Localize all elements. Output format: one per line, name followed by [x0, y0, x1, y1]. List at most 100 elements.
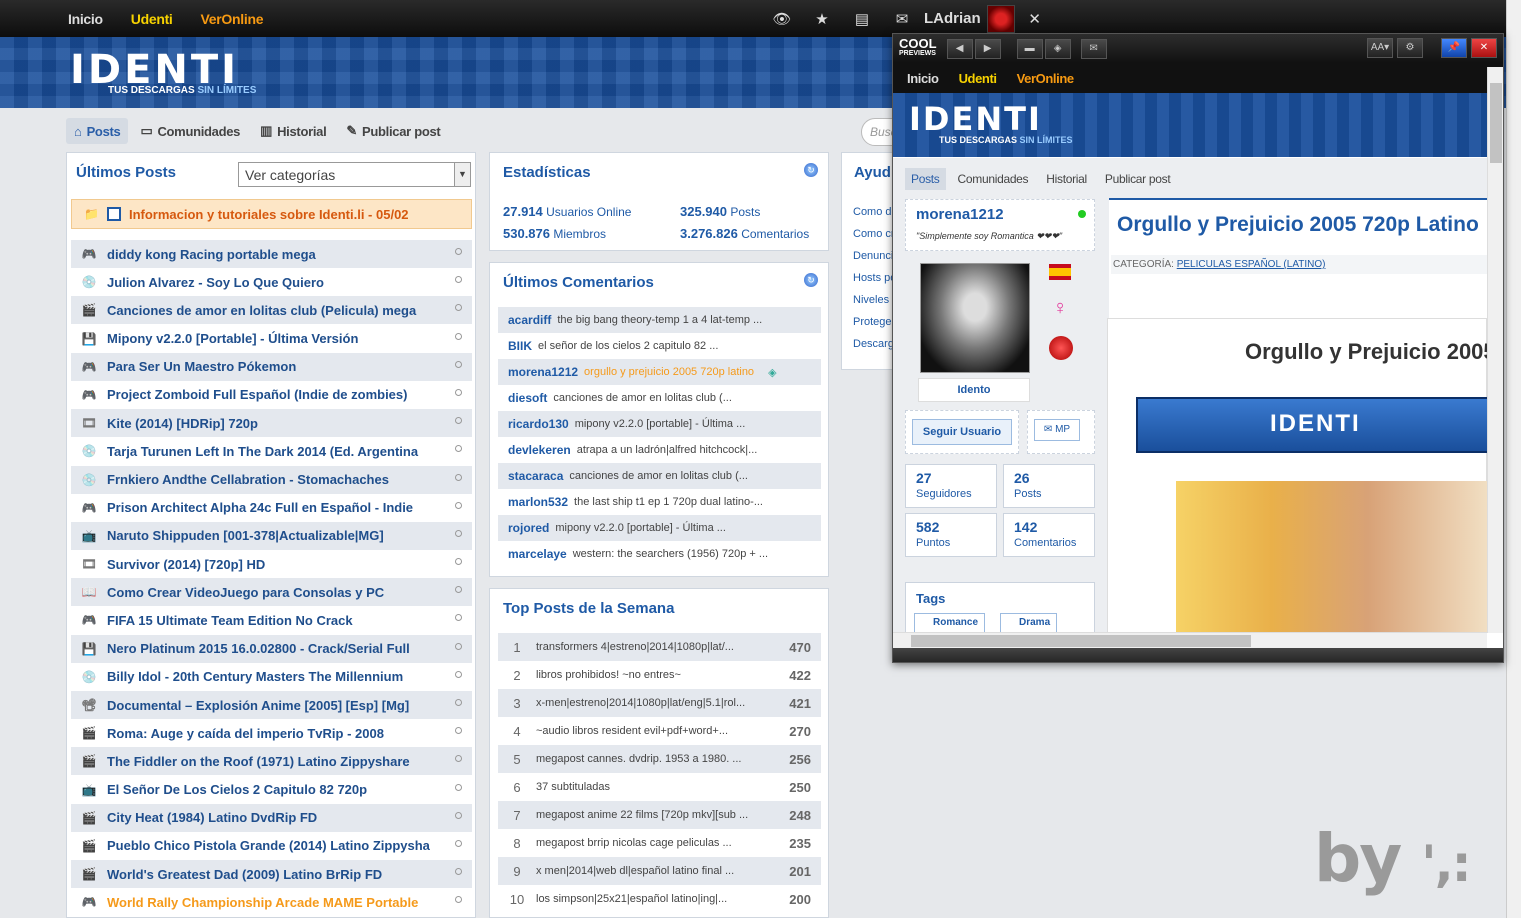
comment-post[interactable]: canciones de amor en lolitas club (... [553, 392, 732, 404]
tab-publicar-post[interactable]: Publicar post [1099, 168, 1176, 190]
list-item[interactable]: 💿 Billy Idol - 20th Century Masters The M… [71, 663, 472, 691]
list-item[interactable]: 🎬 Roma: Auge y caída del imperio TvRip - … [71, 719, 472, 747]
table-row[interactable]: 7 megapost anime 22 films [720p mkv][sub … [498, 801, 821, 829]
list-item[interactable]: 💾 Mipony v2.2.0 [Portable] - Última Versi… [71, 325, 472, 353]
list-item[interactable]: BIIK el señor de los cielos 2 capitulo 82… [498, 333, 821, 359]
list-item[interactable]: 📺 El Señor De Los Cielos 2 Capitulo 82 72… [71, 776, 472, 804]
list-item[interactable]: stacaraca canciones de amor en lolitas cl… [498, 463, 821, 489]
comment-post[interactable]: canciones de amor en lolitas club (... [569, 470, 748, 482]
comment-author[interactable]: marlon532 [508, 495, 568, 509]
list-item[interactable]: ricardo130 mipony v2.2.0 [portable] - Últ… [498, 411, 821, 437]
close-icon[interactable]: ✕ [1471, 38, 1497, 58]
table-row[interactable]: 5 megapost cannes. dvdrip. 1953 a 1980. .… [498, 745, 821, 773]
comment-post[interactable]: orgullo y prejuicio 2005 720p latino [584, 366, 754, 378]
table-row[interactable]: 2 libros prohibidos! ~no entres~ 422 [498, 661, 821, 689]
list-item[interactable]: 💿 Tarja Turunen Left In The Dark 2014 (Ed… [71, 437, 472, 465]
comment-post[interactable]: the big bang theory-temp 1 a 4 lat-temp … [557, 314, 762, 326]
comment-author[interactable]: morena1212 [508, 365, 578, 379]
list-item[interactable]: 🎮 Para Ser Un Maestro Pókemon [71, 352, 472, 381]
list-item[interactable]: 🎮 World Rally Championship Arcade MAME Po… [71, 888, 472, 916]
pin-icon[interactable]: 📌 [1441, 38, 1467, 58]
comment-post[interactable]: mipony v2.2.0 [portable] - Última ... [555, 522, 726, 534]
tab-posts[interactable]: Posts [905, 168, 946, 190]
list-item[interactable]: marlon532 the last ship t1 ep 1 720p dual… [498, 489, 821, 515]
list-item[interactable]: 🎬 Pueblo Chico Pistola Grande (2014) Lati… [71, 832, 472, 860]
page-scrollbar[interactable] [1506, 0, 1521, 918]
comment-author[interactable]: diesoft [508, 391, 547, 405]
comment-post[interactable]: western: the searchers (1956) 720p + ... [573, 548, 768, 560]
list-item[interactable]: 🎬 The Fiddler on the Roof (1971) Latino Z… [71, 747, 472, 776]
list-item[interactable]: 💿 Frnkiero Andthe Cellabration - Stomacha… [71, 465, 472, 494]
list-item[interactable]: 📖 Como Crear VideoJuego para Consolas y P… [71, 578, 472, 607]
list-item[interactable]: marcelaye western: the searchers (1956) 7… [498, 541, 821, 567]
private-message-button[interactable]: ✉ MP [1034, 419, 1080, 441]
tag-drama[interactable]: Drama [1000, 613, 1058, 632]
comment-author[interactable]: acardiff [508, 313, 551, 327]
list-item[interactable]: acardiff the big bang theory-temp 1 a 4 l… [498, 307, 821, 333]
points-stat[interactable]: 582 Puntos [905, 513, 997, 557]
followers-stat[interactable]: 27 Seguidores [905, 464, 997, 508]
list-item[interactable]: 📺 Naruto Shippuden [001-378|Actualizable|… [71, 521, 472, 550]
comment-post[interactable]: the last ship t1 ep 1 720p dual latino-.… [574, 496, 763, 508]
font-size-button[interactable]: AA▾ [1367, 38, 1393, 58]
user-avatar[interactable] [986, 4, 1015, 33]
follow-button[interactable]: Seguir Usuario [912, 419, 1012, 445]
comment-author[interactable]: rojored [508, 521, 549, 535]
scroll-thumb[interactable] [911, 635, 1251, 647]
list-item[interactable]: diesoft canciones de amor en lolitas club… [498, 385, 821, 411]
list-item[interactable]: 📽 Documental – Explosión Anime [2005] [Es… [71, 691, 472, 719]
open-tab-icon[interactable]: ▬ [1016, 38, 1043, 59]
list-item[interactable]: 🎞 Survivor (2014) [720p] HD [71, 550, 472, 578]
table-row[interactable]: 9x men|2014|web dl|español latino final … [498, 857, 821, 885]
comment-author[interactable]: devlekeren [508, 443, 571, 457]
preview-vertical-scrollbar[interactable] [1487, 67, 1503, 633]
close-icon[interactable]: ✕ [1015, 10, 1055, 28]
profile-username[interactable]: morena1212 [916, 206, 1004, 223]
forward-icon[interactable]: ▶ [974, 38, 1001, 59]
tab-comunidades[interactable]: Comunidades [952, 168, 1035, 190]
help-link[interactable]: Como cr [853, 223, 898, 245]
category-select[interactable]: Ver categorías ▼ [238, 162, 471, 187]
back-icon[interactable]: ◀ [946, 38, 973, 59]
nav-veronline[interactable]: VerOnline [187, 11, 278, 27]
gear-icon[interactable]: ⚙ [1397, 38, 1423, 58]
list-item[interactable]: 🎮 FIFA 15 Ultimate Team Edition No Crack [71, 606, 472, 634]
list-item[interactable]: 🎬 City Heat (1984) Latino DvdRip FD [71, 803, 472, 832]
help-link[interactable]: Denunci [853, 245, 898, 267]
site-logo[interactable]: IDENTI [909, 100, 1042, 138]
preview-horizontal-scrollbar[interactable] [893, 632, 1487, 648]
tag-romance[interactable]: Romance [914, 613, 986, 632]
nav-inicio[interactable]: Inicio [54, 11, 117, 27]
list-item[interactable]: 🎬 Canciones de amor en lolitas club (Peli… [71, 296, 472, 325]
list-item[interactable]: 🎮 Prison Architect Alpha 24c Full en Espa… [71, 494, 472, 522]
notice-banner[interactable]: 📁 Informacion y tutoriales sobre Identi.l… [71, 199, 472, 229]
tab-publicar-post[interactable]: ✎ Publicar post [338, 118, 448, 144]
posts-stat[interactable]: 26 Posts [1003, 464, 1095, 508]
comment-post[interactable]: el señor de los cielos 2 capitulo 82 ... [538, 340, 718, 352]
table-row[interactable]: 8 megapost brrip nicolas cage peliculas .… [498, 829, 821, 857]
tab-posts[interactable]: ⌂ Posts [66, 118, 129, 144]
table-row[interactable]: 3 x-men|estreno|2014|1080p|lat/eng|5.1|ro… [498, 689, 821, 717]
document-icon[interactable]: ▤ [842, 10, 882, 28]
comments-stat[interactable]: 142 Comentarios [1003, 513, 1095, 557]
category-link[interactable]: PELICULAS ESPAÑOL (LATINO) [1177, 259, 1326, 270]
list-item[interactable]: 🎮 diddy kong Racing portable mega [71, 240, 472, 268]
nav-udenti[interactable]: Udenti [117, 11, 187, 27]
nav-veronline[interactable]: VerOnline [1007, 71, 1084, 86]
list-item[interactable]: 🎬 World's Greatest Dad (2009) Latino BrRi… [71, 860, 472, 889]
nav-inicio[interactable]: Inicio [897, 71, 949, 86]
comment-author[interactable]: marcelaye [508, 547, 567, 561]
scroll-thumb[interactable] [1490, 83, 1502, 163]
tab-historial[interactable]: ▥ Historial [252, 118, 334, 144]
mail-icon[interactable]: ✉ [882, 10, 922, 28]
tab-historial[interactable]: Historial [1040, 168, 1093, 190]
list-item[interactable]: devlekeren atrapa a un ladrón|alfred hitc… [498, 437, 821, 463]
refresh-icon[interactable]: ↻ [804, 273, 818, 287]
avatar[interactable] [920, 263, 1030, 373]
tab-comunidades[interactable]: ▭ Comunidades [132, 118, 248, 144]
list-item[interactable]: 🎮 Project Zomboid Full Español (Indie de … [71, 381, 472, 409]
comment-post[interactable]: atrapa a un ladrón|alfred hitchcock|... [577, 444, 758, 456]
eye-icon[interactable]: 👁 [762, 10, 802, 28]
list-item[interactable]: rojored mipony v2.2.0 [portable] - Última… [498, 515, 821, 541]
list-item[interactable]: 🎞 Kite (2014) [HDRip] 720p [71, 409, 472, 438]
